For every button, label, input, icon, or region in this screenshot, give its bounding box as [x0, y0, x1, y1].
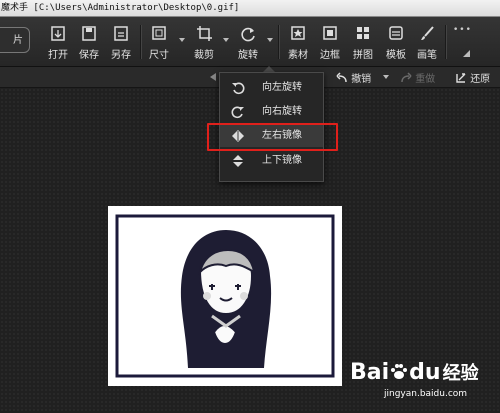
left-arrow-icon[interactable]	[208, 72, 218, 82]
material-button[interactable]: 素材	[283, 21, 313, 61]
rotate-dropdown-caret[interactable]	[267, 38, 273, 42]
rotate-label: 旋转	[238, 50, 258, 61]
watermark-logo: Bai du 经验	[350, 359, 479, 385]
toolbar-divider	[445, 25, 447, 59]
undo-dropdown-caret[interactable]	[383, 75, 389, 79]
title-bar: 魔术手 [C:\Users\Administrator\Desktop\0.gi…	[0, 0, 500, 17]
baidu-watermark: Bai du 经验 jingyan.baidu.com	[350, 359, 498, 411]
picture-button[interactable]: 片	[0, 27, 30, 53]
save-as-label: 另存	[111, 50, 131, 61]
collage-button[interactable]: 拼图	[348, 21, 378, 61]
undo-label: 撤销	[351, 74, 372, 85]
rotate-icon	[241, 27, 255, 42]
template-icon	[389, 26, 403, 40]
cartoon-illustration	[115, 214, 335, 378]
brush-label: 画笔	[417, 50, 437, 61]
crop-icon	[197, 26, 212, 41]
brush-button[interactable]: 画笔	[412, 21, 442, 61]
expand-arrow-icon[interactable]	[462, 49, 470, 57]
redo-label: 重做	[415, 74, 436, 85]
restore-label: 还原	[470, 74, 491, 85]
crop-label: 裁剪	[194, 50, 214, 61]
watermark-logo-du: du	[409, 360, 441, 385]
undo-icon	[336, 72, 347, 83]
watermark-logo-bai: Bai	[350, 360, 390, 385]
rotate-left-icon	[232, 82, 245, 95]
save-as-icon	[114, 26, 128, 41]
toolbar-divider	[278, 25, 280, 59]
toolbar-divider	[140, 25, 142, 59]
border-button[interactable]: 边框	[315, 21, 345, 61]
crop-button[interactable]: 裁剪	[189, 21, 219, 61]
border-icon	[323, 26, 337, 40]
template-label: 模板	[386, 50, 406, 61]
material-label: 素材	[288, 50, 308, 61]
template-button[interactable]: 模板	[381, 21, 411, 61]
save-label: 保存	[79, 50, 99, 61]
rotate-right-icon	[231, 106, 244, 119]
paw-icon	[391, 364, 408, 379]
save-button[interactable]: 保存	[74, 21, 104, 61]
redo-button[interactable]: 重做	[400, 70, 435, 85]
watermark-logo-jingyan: 经验	[442, 363, 479, 384]
crop-dropdown-caret[interactable]	[223, 38, 229, 42]
menu-item-mirror-vertical[interactable]: 上下镜像	[220, 150, 323, 172]
collage-icon	[357, 27, 369, 39]
collage-label: 拼图	[353, 50, 373, 61]
open-label: 打开	[48, 50, 68, 61]
resize-button[interactable]: 尺寸	[144, 21, 174, 61]
undo-button[interactable]: 撤销	[336, 70, 371, 85]
menu-item-label: 向左旋转	[262, 82, 302, 93]
menu-item-rotate-left[interactable]: 向左旋转	[220, 77, 323, 99]
resize-icon	[152, 26, 166, 40]
menu-item-label: 向右旋转	[262, 106, 302, 117]
more-button[interactable]: •••	[453, 25, 472, 35]
restore-icon	[456, 73, 466, 83]
watermark-url: jingyan.baidu.com	[384, 389, 468, 399]
main-toolbar: 片 打开 保存 另存 尺寸 裁剪 旋转 素材 边框 拼图 模板 画笔 •••	[0, 17, 500, 67]
save-icon	[82, 26, 96, 41]
window-title: 魔术手 [C:\Users\Administrator\Desktop\0.gi…	[1, 3, 240, 13]
open-icon	[51, 26, 65, 41]
material-icon	[291, 26, 305, 40]
rotate-button[interactable]: 旋转	[233, 21, 263, 61]
menu-item-rotate-right[interactable]: 向右旋转	[220, 101, 323, 123]
resize-dropdown-caret[interactable]	[179, 38, 185, 42]
redo-icon	[401, 72, 412, 83]
open-button[interactable]: 打开	[43, 21, 73, 61]
resize-label: 尺寸	[149, 50, 169, 61]
menu-item-label: 上下镜像	[262, 155, 302, 166]
restore-button[interactable]: 还原	[455, 70, 490, 85]
save-as-button[interactable]: 另存	[106, 21, 136, 61]
highlight-box	[207, 123, 338, 151]
border-label: 边框	[320, 50, 340, 61]
brush-icon	[421, 26, 434, 40]
photo-preview[interactable]	[108, 206, 342, 386]
mirror-vertical-icon	[233, 155, 243, 167]
